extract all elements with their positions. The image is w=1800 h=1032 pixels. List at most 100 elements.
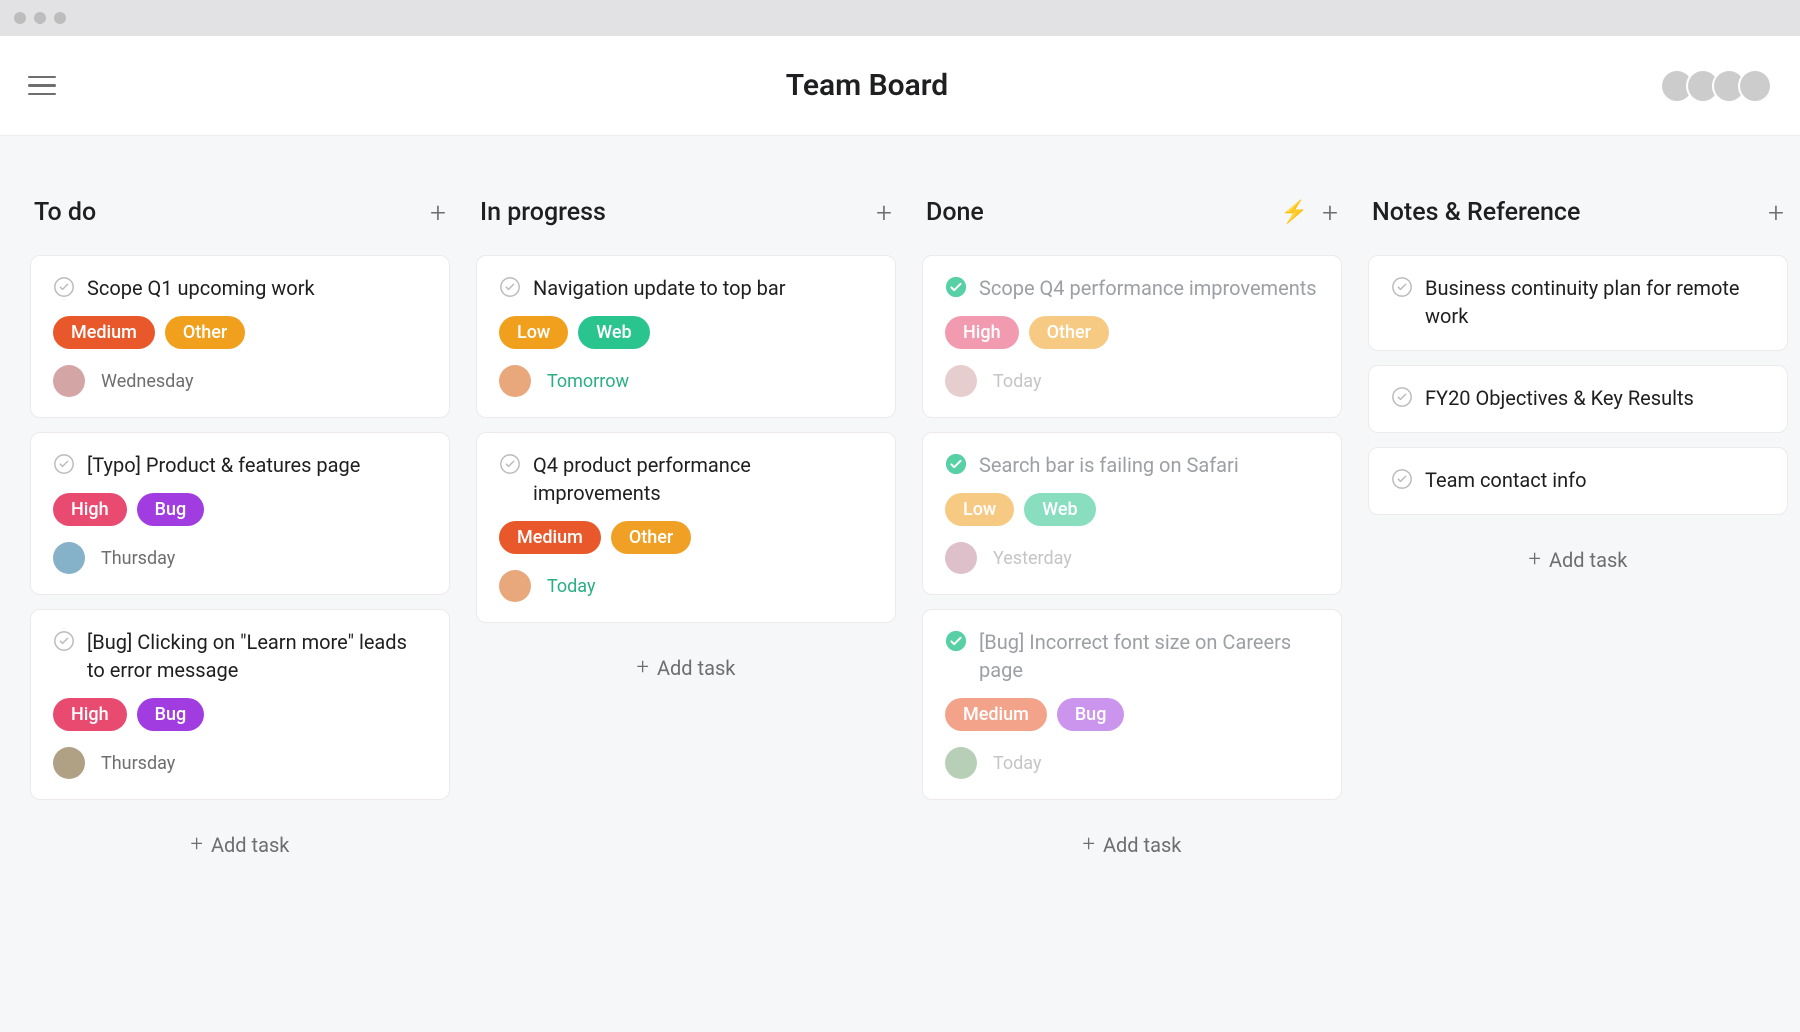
- task-title: [Typo] Product & features page: [87, 451, 360, 479]
- due-date: Today: [547, 576, 595, 597]
- tag[interactable]: Low: [499, 316, 568, 349]
- board-column: Done ⚡ + Scope Q4 performance improvements H…: [922, 198, 1342, 875]
- tag[interactable]: High: [53, 698, 127, 731]
- hamburger-menu-icon[interactable]: [28, 67, 66, 105]
- tag[interactable]: Bug: [137, 493, 205, 526]
- plus-icon: +: [637, 655, 649, 680]
- due-date: Today: [993, 371, 1041, 392]
- assignee-avatar[interactable]: [53, 365, 85, 397]
- tag[interactable]: High: [53, 493, 127, 526]
- task-card[interactable]: FY20 Objectives & Key Results: [1368, 365, 1788, 433]
- member-avatar[interactable]: [1738, 69, 1772, 103]
- task-card[interactable]: Business continuity plan for remote work: [1368, 255, 1788, 351]
- tag[interactable]: High: [945, 316, 1019, 349]
- tag[interactable]: Bug: [1057, 698, 1125, 731]
- check-incomplete-icon[interactable]: [53, 630, 75, 652]
- task-title: Navigation update to top bar: [533, 274, 786, 302]
- task-tags: Medium Other: [53, 316, 427, 349]
- add-task-button[interactable]: +Add task: [1368, 529, 1788, 590]
- assignee-avatar[interactable]: [53, 747, 85, 779]
- check-incomplete-icon[interactable]: [1391, 386, 1413, 408]
- add-task-button[interactable]: +Add task: [476, 637, 896, 698]
- column-title: In progress: [480, 198, 606, 227]
- traffic-light-minimize[interactable]: [34, 12, 46, 24]
- task-meta: Tomorrow: [499, 365, 873, 397]
- task-card[interactable]: [Bug] Clicking on "Learn more" leads to …: [30, 609, 450, 800]
- task-card[interactable]: Scope Q4 performance improvements High Oth…: [922, 255, 1342, 418]
- add-card-icon[interactable]: +: [430, 199, 446, 227]
- task-tags: Low Web: [945, 493, 1319, 526]
- assignee-avatar[interactable]: [945, 747, 977, 779]
- assignee-avatar[interactable]: [945, 365, 977, 397]
- column-header: To do +: [30, 198, 450, 227]
- check-incomplete-icon[interactable]: [53, 453, 75, 475]
- tag[interactable]: Medium: [499, 521, 601, 554]
- check-complete-icon[interactable]: [945, 453, 967, 475]
- tag[interactable]: Other: [165, 316, 245, 349]
- check-complete-icon[interactable]: [945, 630, 967, 652]
- tag[interactable]: Medium: [53, 316, 155, 349]
- tag[interactable]: Web: [578, 316, 649, 349]
- due-date: Today: [993, 753, 1041, 774]
- task-card[interactable]: [Bug] Incorrect font size on Careers pag…: [922, 609, 1342, 800]
- column-title: To do: [34, 198, 96, 227]
- column-header: In progress +: [476, 198, 896, 227]
- task-meta: Thursday: [53, 542, 427, 574]
- task-card[interactable]: Navigation update to top bar Low Web Tomorr…: [476, 255, 896, 418]
- assignee-avatar[interactable]: [499, 365, 531, 397]
- check-incomplete-icon[interactable]: [499, 276, 521, 298]
- assignee-avatar[interactable]: [53, 542, 85, 574]
- task-title: [Bug] Incorrect font size on Careers pag…: [979, 628, 1319, 684]
- board: To do+Scope Q1 upcoming workMediumOtherW…: [0, 136, 1800, 875]
- task-title: Scope Q4 performance improvements: [979, 274, 1317, 302]
- app-header: Team Board: [0, 36, 1800, 136]
- tag[interactable]: Low: [945, 493, 1014, 526]
- add-task-label: Add task: [211, 833, 289, 857]
- column-header: Notes & Reference +: [1368, 198, 1788, 227]
- add-task-label: Add task: [1103, 833, 1181, 857]
- traffic-light-zoom[interactable]: [54, 12, 66, 24]
- tag[interactable]: Other: [1029, 316, 1109, 349]
- task-meta: Yesterday: [945, 542, 1319, 574]
- add-task-button[interactable]: + Add task: [30, 814, 450, 875]
- column-title: Done: [926, 198, 984, 227]
- tag[interactable]: Web: [1024, 493, 1095, 526]
- board-column: To do+Scope Q1 upcoming workMediumOtherW…: [30, 198, 450, 875]
- column-title: Notes & Reference: [1372, 198, 1580, 227]
- task-title: Q4 product performance improvements: [533, 451, 873, 507]
- traffic-light-close[interactable]: [14, 12, 26, 24]
- plus-icon: +: [191, 832, 203, 857]
- task-card[interactable]: Q4 product performance improvements Mediu…: [476, 432, 896, 623]
- column-header: Done ⚡ +: [922, 198, 1342, 227]
- check-incomplete-icon[interactable]: [499, 453, 521, 475]
- board-column: Notes & Reference + Business continuity pl…: [1368, 198, 1788, 590]
- check-complete-icon[interactable]: [945, 276, 967, 298]
- task-title: [Bug] Clicking on "Learn more" leads to …: [87, 628, 427, 684]
- assignee-avatar[interactable]: [945, 542, 977, 574]
- tag[interactable]: Bug: [137, 698, 205, 731]
- check-incomplete-icon[interactable]: [53, 276, 75, 298]
- tag[interactable]: Other: [611, 521, 691, 554]
- add-card-icon[interactable]: +: [1322, 199, 1338, 227]
- task-card[interactable]: Search bar is failing on Safari Low Web Yes…: [922, 432, 1342, 595]
- check-incomplete-icon[interactable]: [1391, 468, 1413, 490]
- task-card[interactable]: Scope Q1 upcoming workMediumOtherWednesd…: [30, 255, 450, 418]
- window-titlebar: [0, 0, 1800, 36]
- task-meta: Thursday: [53, 747, 427, 779]
- task-title: Search bar is failing on Safari: [979, 451, 1239, 479]
- task-card[interactable]: [Typo] Product & features page High Bug Thu…: [30, 432, 450, 595]
- task-tags: Medium Other: [499, 521, 873, 554]
- add-card-icon[interactable]: +: [876, 199, 892, 227]
- member-avatars[interactable]: [1668, 69, 1772, 103]
- assignee-avatar[interactable]: [499, 570, 531, 602]
- task-title: Team contact info: [1425, 466, 1587, 494]
- task-meta: Today: [945, 365, 1319, 397]
- automation-bolt-icon[interactable]: ⚡: [1281, 200, 1308, 225]
- task-tags: Medium Bug: [945, 698, 1319, 731]
- task-card[interactable]: Team contact info: [1368, 447, 1788, 515]
- add-task-button[interactable]: +Add task: [922, 814, 1342, 875]
- task-tags: High Other: [945, 316, 1319, 349]
- tag[interactable]: Medium: [945, 698, 1047, 731]
- check-incomplete-icon[interactable]: [1391, 276, 1413, 298]
- add-card-icon[interactable]: +: [1768, 199, 1784, 227]
